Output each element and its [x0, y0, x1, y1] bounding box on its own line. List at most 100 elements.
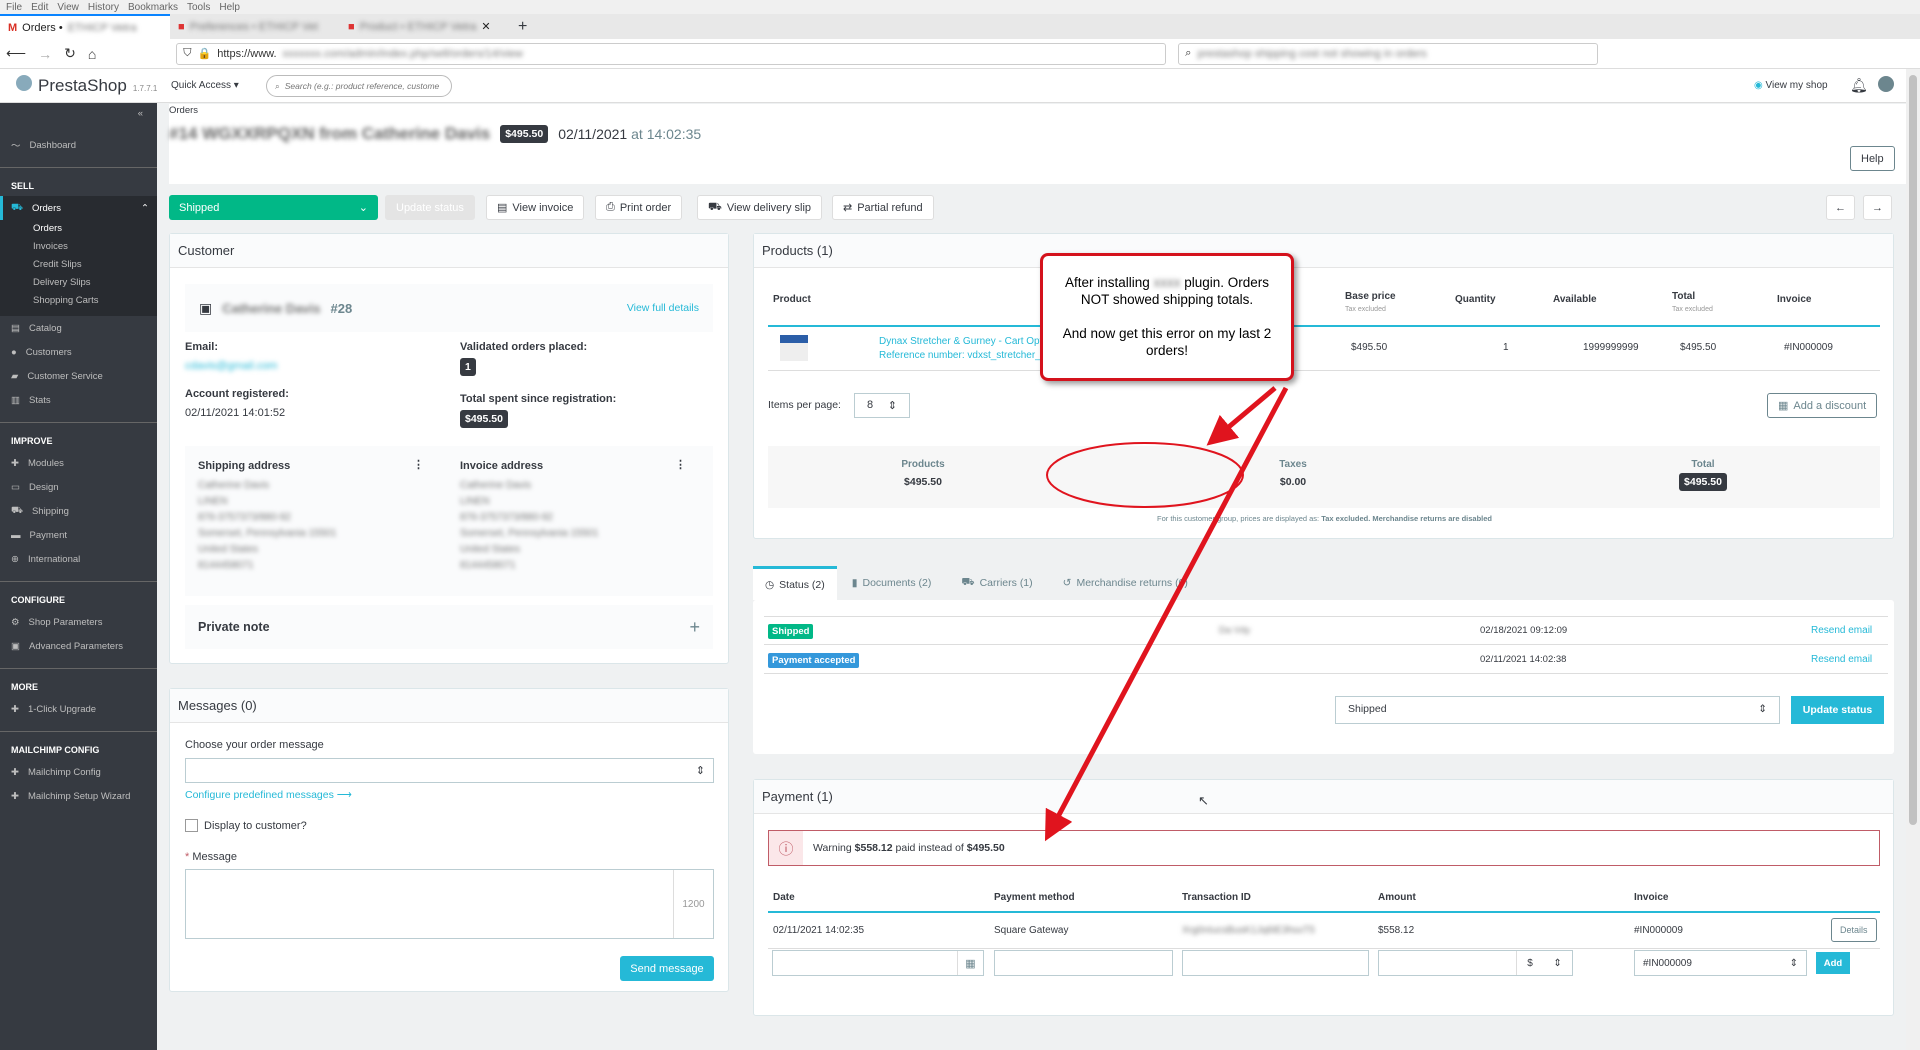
chat-icon: ▰ — [11, 370, 19, 382]
sidebar-item-international[interactable]: ⊕ International — [0, 547, 157, 571]
new-tab-button[interactable]: + — [510, 18, 527, 36]
transaction-id-input[interactable] — [1182, 950, 1369, 976]
product-link[interactable]: Dynax Stretcher & Gurney - Cart Opti Refe… — [879, 335, 1059, 363]
collapse-sidebar-icon[interactable]: « — [0, 103, 157, 123]
resend-email-link[interactable]: Resend email — [1811, 625, 1872, 636]
sidebar-item-mailchimp-wizard[interactable]: ✚ Mailchimp Setup Wizard — [0, 784, 157, 808]
currency-select[interactable]: $ ⇕ — [1516, 951, 1572, 975]
order-status-select[interactable]: Shipped ⌄ — [169, 195, 378, 220]
sidebar-item-catalog[interactable]: ▤ Catalog — [0, 316, 157, 340]
sidebar-item-shipping[interactable]: ⛟ Shipping — [0, 499, 157, 523]
avatar[interactable] — [1878, 76, 1894, 92]
tab-carriers[interactable]: ⛟ Carriers (1) — [946, 566, 1047, 600]
tab-merchandise-returns[interactable]: ↺ Merchandise returns (0) — [1048, 566, 1203, 600]
sidebar-item-payment[interactable]: ▬ Payment — [0, 523, 157, 547]
order-summary: Products $495.50 Taxes $0.00 Total $495.50 — [768, 446, 1880, 508]
menu-view[interactable]: View — [57, 2, 79, 13]
back-icon[interactable]: ⟵ — [6, 45, 26, 62]
url-bar[interactable]: ⛉ 🔒 https://www. xxxxxxx.com/admin/index.ph… — [176, 42, 1167, 65]
admin-search-input[interactable]: ⌕ Search (e.g.: product reference, custom… — [266, 75, 452, 97]
invoice-select[interactable]: #IN000009 ⇕ — [1634, 950, 1807, 976]
help-button[interactable]: Help — [1850, 146, 1895, 171]
plus-icon[interactable]: + — [689, 617, 700, 638]
payment-date-input[interactable]: ▦ — [772, 950, 984, 976]
menu-edit[interactable]: Edit — [31, 2, 48, 13]
add-discount-button[interactable]: ▦ Add a discount — [1767, 393, 1878, 418]
add-payment-button[interactable]: Add — [1816, 952, 1850, 974]
resend-email-link[interactable]: Resend email — [1811, 654, 1872, 665]
sidebar-item-advanced-parameters[interactable]: ▣ Advanced Parameters — [0, 634, 157, 658]
quick-access[interactable]: Quick Access ▾ — [171, 80, 239, 91]
menu-history[interactable]: History — [88, 2, 119, 13]
browser-tab[interactable]: ■ Product • ETHICP Vetra ✕ — [340, 14, 510, 39]
print-order-button[interactable]: ⎙ Print order — [595, 195, 683, 220]
sidebar-item-upgrade[interactable]: ✚ 1-Click Upgrade — [0, 697, 157, 721]
more-options-icon[interactable]: ⋮ — [413, 458, 424, 471]
breadcrumb[interactable]: Orders — [169, 105, 198, 116]
sidebar-sub-invoices[interactable]: Invoices — [0, 238, 157, 256]
scrollbar-thumb[interactable] — [1909, 75, 1917, 825]
calendar-icon[interactable]: ▦ — [957, 951, 983, 975]
details-button[interactable]: Details — [1831, 918, 1877, 942]
bell-icon[interactable]: 🔔︎ — [1850, 77, 1868, 94]
items-per-page-select[interactable]: 8 ⇕ — [854, 393, 910, 418]
view-shop-link[interactable]: ◉ View my shop — [1754, 80, 1828, 91]
forward-icon[interactable]: → — [38, 46, 52, 62]
menu-bookmarks[interactable]: Bookmarks — [128, 2, 178, 13]
email-link[interactable]: cdavis@gmail.com — [185, 360, 277, 372]
browser-tab[interactable]: M Orders • ETHICP Vetra — [0, 14, 170, 39]
sidebar-item-customers[interactable]: ● Customers — [0, 340, 157, 364]
checkbox[interactable] — [185, 819, 198, 832]
tab-documents[interactable]: ▮ Documents (2) — [837, 566, 947, 600]
logo[interactable]: PrestaShop 1.7.7.1 — [16, 75, 157, 96]
sidebar-sub-credit-slips[interactable]: Credit Slips — [0, 256, 157, 274]
page-icon: ■ — [178, 20, 185, 33]
scrollbar[interactable] — [1906, 69, 1920, 1050]
amount-input[interactable]: $ ⇕ — [1378, 950, 1573, 976]
taxes-total: $0.00 — [1279, 476, 1307, 488]
tab-status[interactable]: ◷ Status (2) — [753, 566, 837, 600]
sidebar-sub-orders[interactable]: Orders — [0, 220, 157, 238]
sidebar-sub-shopping-carts[interactable]: Shopping Carts — [0, 292, 157, 310]
sidebar-item-dashboard[interactable]: 〜 Dashboard — [0, 133, 157, 157]
product-row: Dynax Stretcher & Gurney - Cart Opti Refe… — [768, 327, 1880, 371]
menu-help[interactable]: Help — [219, 2, 240, 13]
settings-box-icon: ▣ — [11, 640, 20, 652]
sidebar-item-orders[interactable]: ⛟ Orders ⌃ — [0, 196, 157, 220]
sidebar-item-stats[interactable]: ▥ Stats — [0, 388, 157, 412]
browser-search[interactable]: ⌕ prestashop shipping cost not showing in… — [1178, 42, 1599, 65]
menu-file[interactable]: File — [6, 2, 22, 13]
view-full-details-link[interactable]: View full details — [627, 302, 699, 314]
sidebar-sub-delivery-slips[interactable]: Delivery Slips — [0, 274, 157, 292]
sidebar-item-customer-service[interactable]: ▰ Customer Service — [0, 364, 157, 388]
spent-label: Total spent since registration: — [460, 393, 617, 405]
sidebar-item-shop-parameters[interactable]: ⚙ Shop Parameters — [0, 610, 157, 634]
browser-tab[interactable]: ■ Preferences • ETHICP Vet — [170, 14, 340, 39]
close-tab-icon[interactable]: ✕ — [481, 20, 490, 33]
message-textarea[interactable]: 1200 — [185, 869, 714, 939]
payment-date: 02/11/2021 14:02:35 — [773, 925, 865, 936]
update-status-button[interactable]: Update status — [385, 195, 475, 220]
sidebar-item-design[interactable]: ▭ Design — [0, 475, 157, 499]
payment-method-input[interactable] — [994, 950, 1173, 976]
display-to-customer[interactable]: Display to customer? — [185, 819, 307, 832]
order-message-select[interactable]: ⇕ — [185, 758, 714, 783]
partial-refund-button[interactable]: ⇄ Partial refund — [832, 195, 934, 220]
status-select[interactable]: Shipped ⇕ — [1335, 696, 1780, 724]
update-status-button[interactable]: Update status — [1791, 696, 1884, 724]
send-message-button[interactable]: Send message — [620, 956, 714, 981]
reload-icon[interactable]: ↻ — [64, 45, 76, 62]
configure-messages-link[interactable]: Configure predefined messages ⟶ — [185, 789, 352, 801]
more-options-icon[interactable]: ⋮ — [675, 458, 686, 471]
view-invoice-button[interactable]: ▤ View invoice — [486, 195, 585, 220]
private-note[interactable]: Private note + — [185, 605, 713, 649]
menu-tools[interactable]: Tools — [187, 2, 210, 13]
home-icon[interactable]: ⌂ — [88, 46, 96, 62]
sidebar-item-modules[interactable]: ✚ Modules — [0, 451, 157, 475]
order-total-badge: $495.50 — [500, 125, 549, 143]
sidebar-item-mailchimp-config[interactable]: ✚ Mailchimp Config — [0, 760, 157, 784]
view-delivery-slip-button[interactable]: ⛟ View delivery slip — [697, 195, 823, 220]
previous-order-button[interactable]: ← — [1826, 195, 1855, 220]
next-order-button[interactable]: → — [1863, 195, 1892, 220]
card-icon: ▬ — [11, 529, 21, 541]
